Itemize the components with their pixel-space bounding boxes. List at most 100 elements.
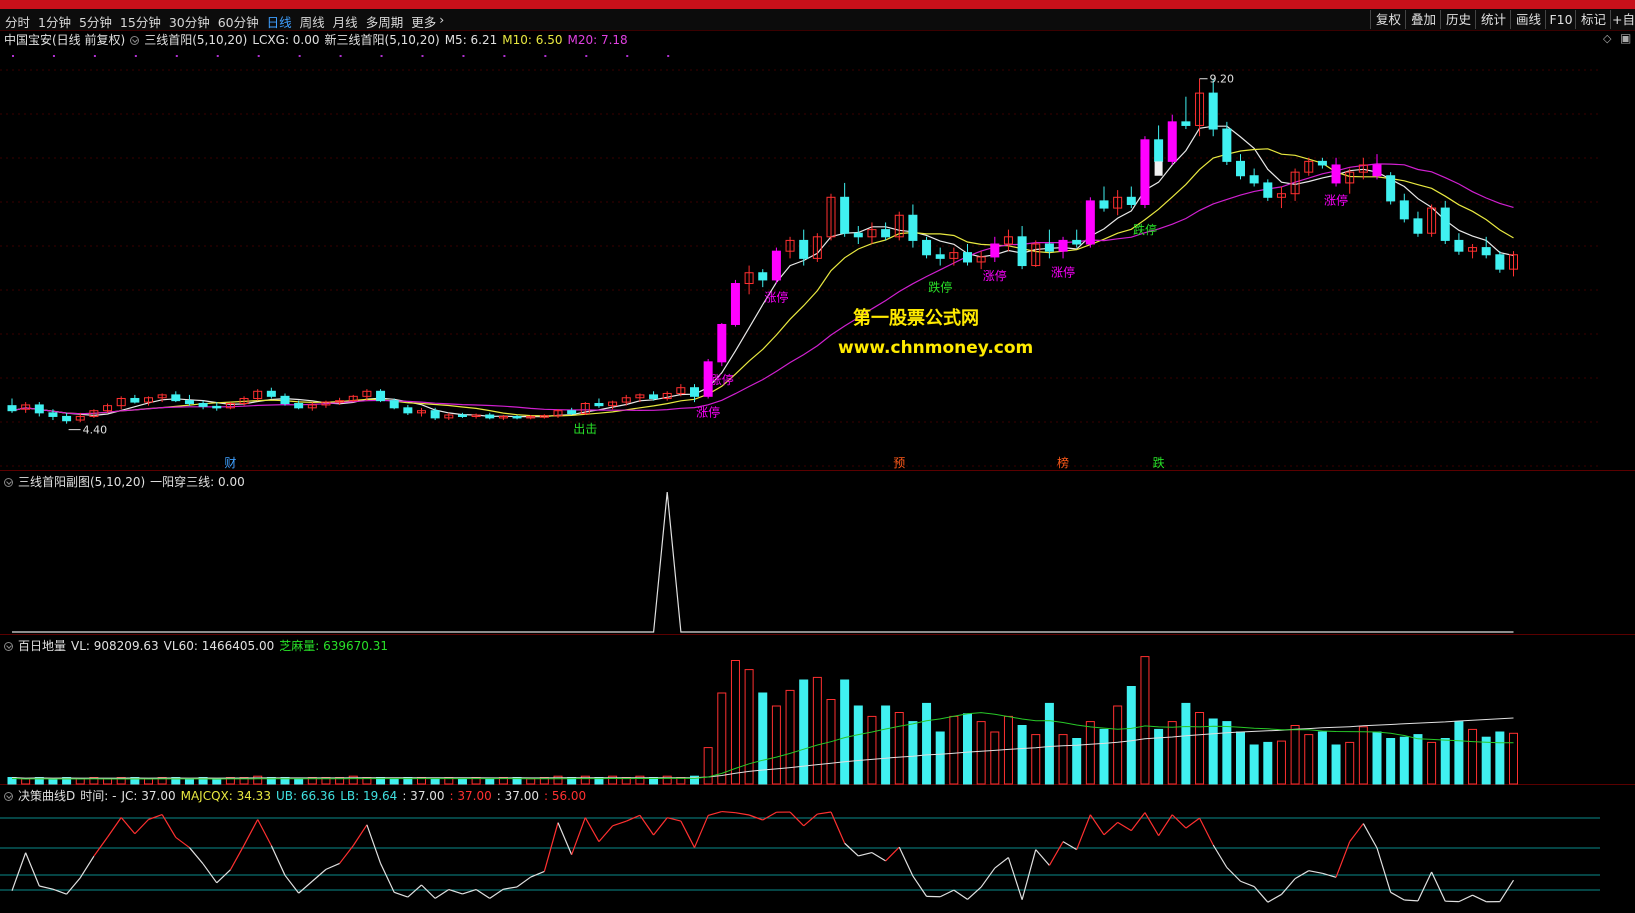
volume-bar <box>1440 738 1450 785</box>
jc-line <box>270 845 286 876</box>
candlestick <box>1154 161 1163 176</box>
candlestick <box>34 404 44 414</box>
volume-bar <box>253 775 263 785</box>
volume-bar <box>881 705 891 785</box>
signal-dot <box>257 55 260 57</box>
volume-bar <box>717 692 727 785</box>
jc-line <box>243 819 259 846</box>
volume-bar <box>730 660 740 785</box>
jc-line <box>817 811 832 815</box>
event-marker: 预 <box>893 456 905 470</box>
jc-line <box>1431 871 1446 902</box>
volume-bar <box>430 778 440 785</box>
candlestick <box>853 232 863 238</box>
jc-line <box>898 846 914 877</box>
jc-line <box>1308 870 1323 874</box>
jc-line <box>735 812 750 816</box>
volume-bar <box>908 721 918 785</box>
event-marker: 榜 <box>1057 455 1069 470</box>
candlestick <box>1454 239 1464 252</box>
signal-dot <box>503 55 506 57</box>
volume-bar <box>744 669 754 785</box>
jc-line <box>1226 867 1241 882</box>
jc-line <box>830 811 846 844</box>
limit-annotation: 跌停 <box>1133 222 1157 237</box>
volume-bar <box>1099 728 1109 785</box>
jc-line <box>1171 814 1187 829</box>
jc-line <box>175 836 190 849</box>
limit-annotation: 涨停 <box>1324 193 1348 208</box>
jc-line <box>380 863 395 893</box>
volume-bar <box>1195 712 1205 785</box>
jc-line <box>1280 878 1296 895</box>
jc-line <box>584 817 600 842</box>
jc-line <box>598 825 614 843</box>
volume-bar <box>1236 731 1245 785</box>
signal-dot <box>12 55 14 57</box>
jc-line <box>93 836 109 857</box>
jc-line <box>680 820 696 848</box>
candlestick <box>403 407 413 414</box>
jc-line <box>366 824 382 864</box>
sub1-line <box>12 491 1514 633</box>
jc-line <box>1076 814 1091 850</box>
volume-bar <box>75 778 85 785</box>
candlestick <box>935 254 945 259</box>
volume-bar <box>1058 734 1068 785</box>
volume-bar <box>1345 741 1355 785</box>
candlestick <box>1372 164 1382 177</box>
candlestick <box>376 390 386 402</box>
candlestick <box>389 400 399 409</box>
jc-line <box>557 822 573 855</box>
jc-line <box>39 885 54 890</box>
jc-line <box>1472 894 1487 903</box>
jc-line <box>693 815 709 848</box>
jc-line <box>844 842 859 857</box>
candlestick <box>1399 200 1409 220</box>
signal-dot <box>216 55 219 57</box>
volume-bar <box>990 731 1000 785</box>
volume-bar <box>1454 721 1464 785</box>
candlestick <box>48 412 58 417</box>
volume-bar <box>1413 734 1423 785</box>
candlestick <box>1085 200 1095 245</box>
limit-annotation: 出击 <box>573 422 597 436</box>
volume-bar <box>949 715 959 785</box>
volume-bar <box>867 715 877 785</box>
volume-bar <box>1113 705 1123 785</box>
volume-bar <box>894 712 904 785</box>
volume-bar <box>1304 734 1314 785</box>
candlestick <box>212 405 222 409</box>
limit-annotation: 涨停 <box>710 372 734 387</box>
kline-chart[interactable]: 9.204.40涨停涨停涨停跌停涨停 涨停跌停涨停出击财预榜跌 <box>0 0 1635 913</box>
volume-bar <box>212 778 222 785</box>
jc-line <box>543 822 559 872</box>
signal-dot <box>380 55 383 57</box>
volume-bar <box>103 778 113 785</box>
jc-line <box>188 847 204 865</box>
candlestick <box>1222 128 1232 162</box>
candlestick <box>512 415 522 419</box>
jc-line <box>1144 812 1160 836</box>
candlestick <box>1154 139 1164 162</box>
volume-bar <box>963 713 972 785</box>
jc-line <box>257 819 272 846</box>
candlestick <box>457 414 467 418</box>
volume-bar <box>1509 732 1518 785</box>
candlestick <box>62 415 72 422</box>
volume-bar <box>1208 718 1218 785</box>
volume-bar <box>1003 715 1013 785</box>
candlestick <box>717 323 727 363</box>
volume-bar <box>526 778 536 785</box>
jc-line <box>980 867 996 888</box>
jc-line <box>612 820 627 827</box>
candlestick <box>485 414 495 419</box>
candlestick <box>730 283 740 325</box>
signal-dot <box>175 55 178 57</box>
candlestick <box>1440 207 1450 241</box>
jc-line <box>1117 821 1132 832</box>
candlestick <box>840 196 850 234</box>
volume-bar <box>1358 726 1368 785</box>
candlestick <box>198 403 208 407</box>
volume-bar <box>799 679 809 785</box>
